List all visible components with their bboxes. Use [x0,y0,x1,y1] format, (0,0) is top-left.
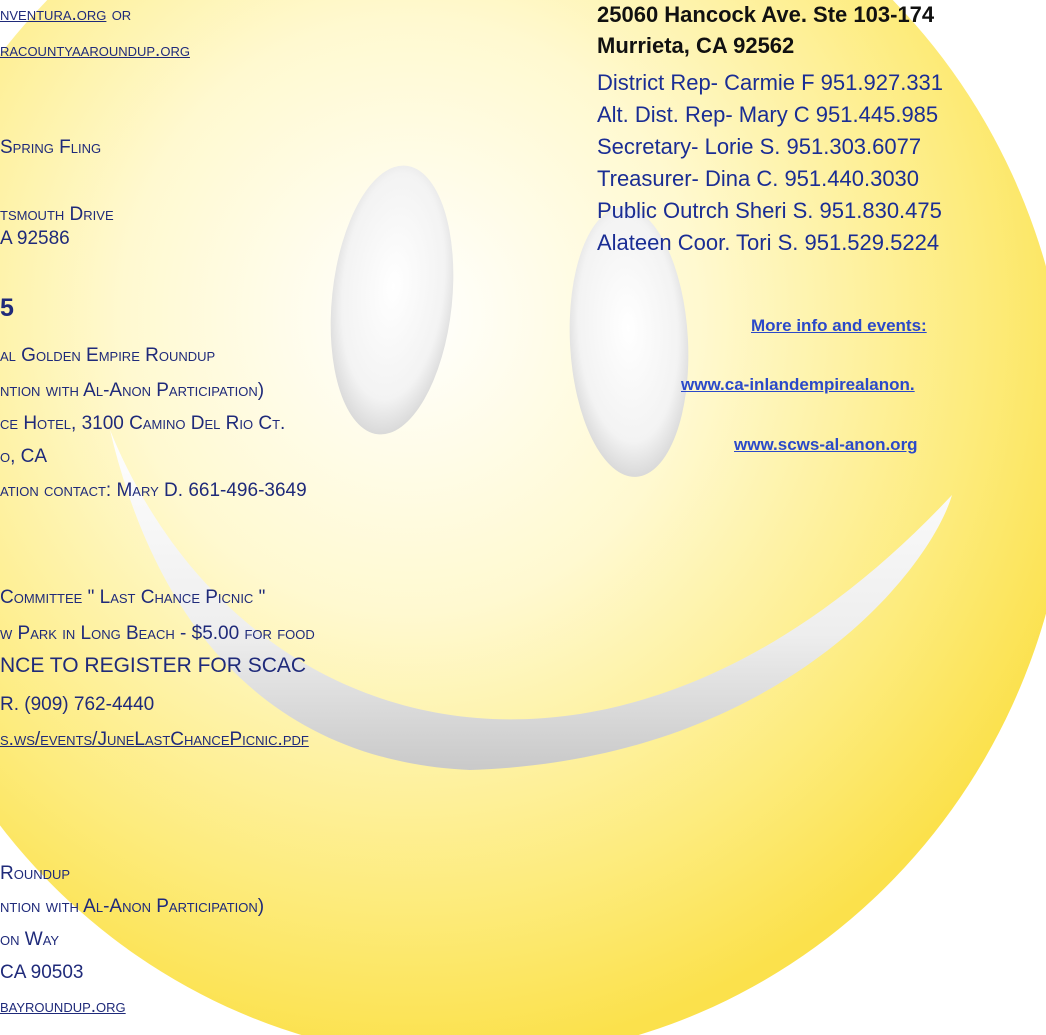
roundup-subtitle: ntion with Al-Anon Participation) [0,896,265,917]
golden-empire-hotel: ce Hotel, 3100 Camino Del Rio Ct. [0,413,286,434]
link-racountyaaroundup[interactable]: racountyaaroundup.org [0,41,190,60]
golden-empire-contact: ation contact: Mary D. 661-496-3649 [0,480,307,501]
spring-fling-address-1: tsmouth Drive [0,204,114,225]
contact-public-outreach: Public Outrch Sheri S. 951.830.475 [597,198,942,223]
inlandempire-alanon-link[interactable]: www.ca-inlandempirealanon. [681,376,915,393]
picnic-park: w Park in Long Beach - $5.00 for food [0,623,315,644]
roundup-url[interactable]: bayroundup.org [0,997,126,1016]
scws-alanon-link[interactable]: www.scws-al-anon.org [734,436,918,453]
or-text: or [111,4,132,25]
picnic-register: nce to register for SCAC [0,654,307,677]
picnic-url[interactable]: s.ws/events/JuneLastChancePicnic.pdf [0,730,309,749]
address-line-1: 25060 Hancock Ave. Ste 103-174 [597,2,935,27]
more-info-link[interactable]: More info and events: [751,317,927,334]
spring-fling-address-2: A 92586 [0,228,70,249]
left-column: nventura.org or racountyaaroundup.org Sp… [0,0,560,1035]
contact-alt-district-rep: Alt. Dist. Rep- Mary C 951.445.985 [597,102,939,127]
golden-empire-subtitle: ntion with Al-Anon Participation) [0,380,265,401]
spring-fling-title: Spring Fling [0,137,102,158]
address-line-2: Murrieta, CA 92562 [597,33,795,58]
top-links-row: nventura.org or [0,5,131,24]
contact-treasurer: Treasurer- Dina C. 951.440.3030 [597,166,920,191]
section-header: 5 [0,294,14,322]
golden-empire-title: al Golden Empire Roundup [0,345,216,366]
contact-alateen-coordinator: Alateen Coor. Tori S. 951.529.5224 [597,230,940,255]
roundup-address-1: on Way [0,929,60,950]
right-column: 25060 Hancock Ave. Ste 103-174 Murrieta,… [597,0,1046,1035]
golden-empire-city: o, CA [0,446,48,467]
link-nventura[interactable]: nventura.org [0,4,106,25]
picnic-phone: R. (909) 762-4440 [0,694,155,715]
roundup-address-2: CA 90503 [0,962,84,983]
contact-district-rep: District Rep- Carmie F 951.927.331 [597,70,944,95]
picnic-title: Committee " Last Chance Picnic " [0,587,266,608]
contact-secretary: Secretary- Lorie S. 951.303.6077 [597,134,922,159]
roundup-title: Roundup [0,863,71,884]
